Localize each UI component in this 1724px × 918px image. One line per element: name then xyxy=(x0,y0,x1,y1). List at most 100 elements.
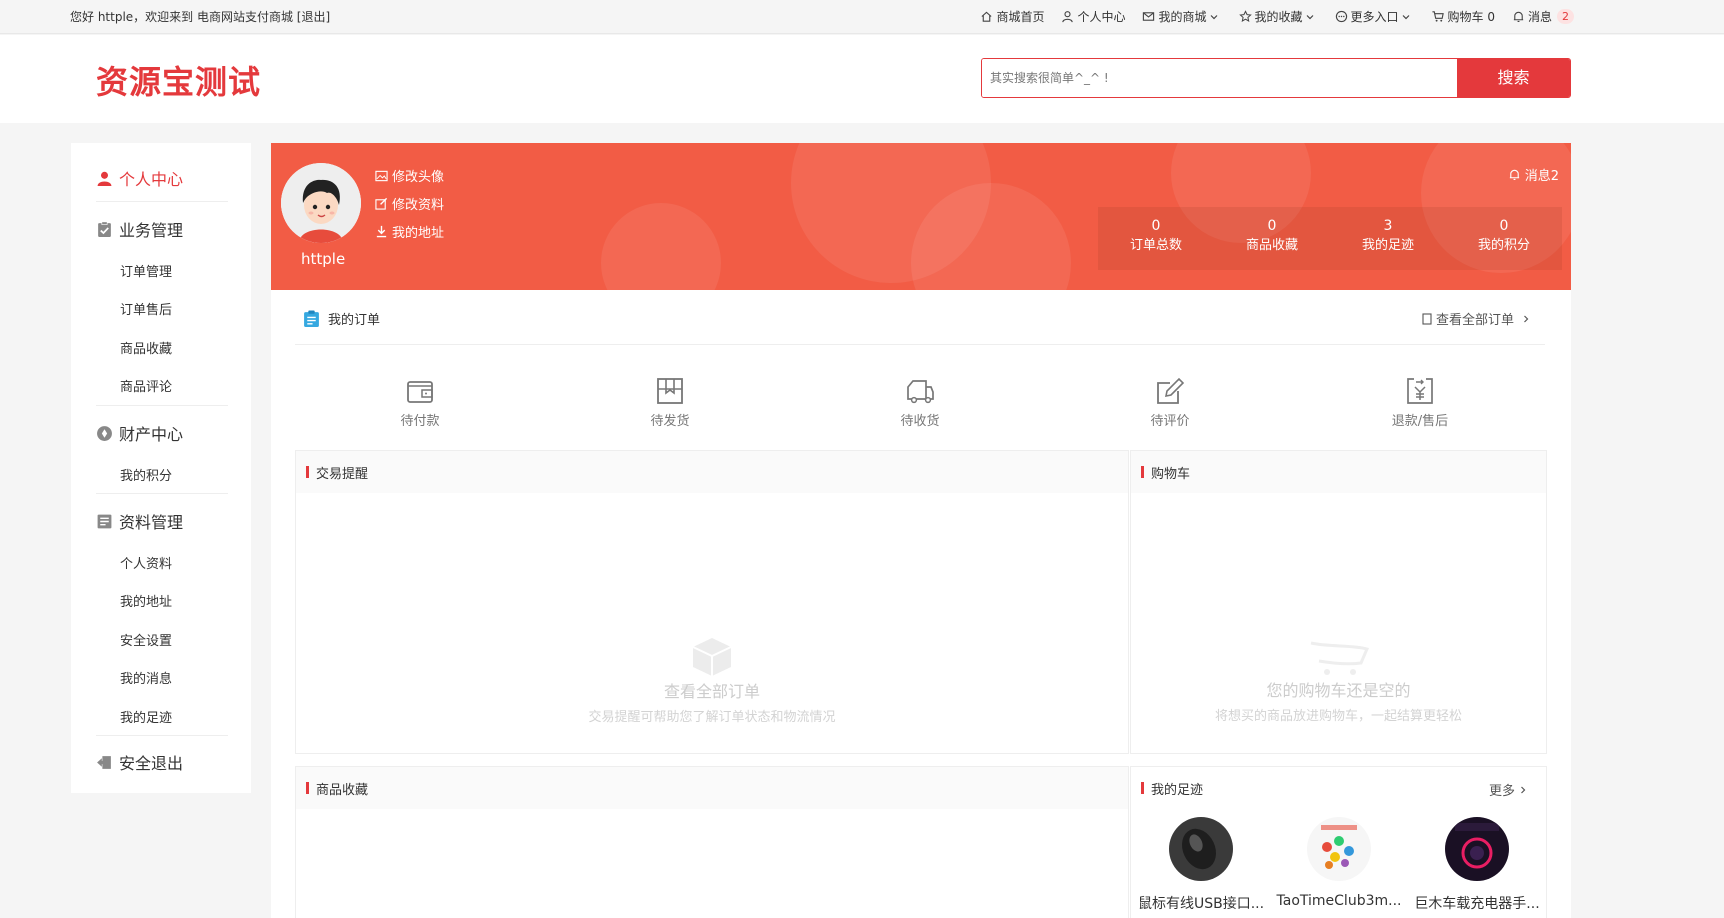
sidebar-item-messages[interactable]: 我的消息 xyxy=(120,668,172,687)
footprint-price: ▂▂▂ xyxy=(1131,913,1271,918)
card-header: 购物车 xyxy=(1131,451,1546,493)
box-icon xyxy=(610,375,730,407)
trade-empty-state: 查看全部订单 交易提醒可帮助您了解订单状态和物流情况 xyxy=(296,636,1128,725)
sidebar-item-personal-info[interactable]: 个人资料 xyxy=(120,553,172,572)
footprint-name: 巨木车载充电器手... xyxy=(1414,896,1540,912)
nav-home-link[interactable]: 商城首页 xyxy=(980,8,1044,25)
user-icon xyxy=(1061,10,1077,23)
bell-icon xyxy=(1512,10,1528,23)
edit-profile-link[interactable]: 修改资料 xyxy=(375,194,444,213)
sidebar-item-favorites[interactable]: 商品收藏 xyxy=(120,338,172,357)
stat-orders[interactable]: 0 订单总数 xyxy=(1098,207,1214,270)
trade-reminder-card: 交易提醒 查看全部订单 交易提醒可帮助您了解订单状态和物流情况 xyxy=(295,450,1129,754)
stat-label: 商品收藏 xyxy=(1245,238,1298,253)
edit-avatar-label: 修改头像 xyxy=(392,170,445,185)
stat-points[interactable]: 0 我的积分 xyxy=(1446,207,1562,270)
sidebar: 个人中心 业务管理 订单管理 订单售后 商品收藏 商品评论 财产中心 我的积分 … xyxy=(71,143,251,793)
sidebar-section-business: 业务管理 xyxy=(96,217,183,241)
footprint-item[interactable]: 巨木车载充电器手... ▂▂▂ xyxy=(1407,817,1547,918)
footprint-item[interactable]: 鼠标有线USB接口... ▂▂▂ xyxy=(1131,817,1271,918)
footprint-price: ▂▂▂ xyxy=(1269,909,1409,915)
order-status-pending-receive[interactable]: 待收货 xyxy=(860,375,980,429)
cart-empty-title: 您的购物车还是空的 xyxy=(1266,681,1411,700)
footprints-more-link[interactable]: 更多 xyxy=(1489,780,1528,799)
title-marker xyxy=(1141,466,1144,478)
wallet-icon xyxy=(360,375,480,407)
nav-message-link[interactable]: 消息 2 xyxy=(1512,8,1574,25)
my-address-link[interactable]: 我的地址 xyxy=(375,222,444,241)
orders-title-label: 我的订单 xyxy=(328,313,381,328)
nav-more-dropdown[interactable]: 更多入口 xyxy=(1335,8,1414,25)
stat-label: 订单总数 xyxy=(1129,238,1182,253)
sidebar-item-points[interactable]: 我的积分 xyxy=(120,465,172,484)
divider xyxy=(96,735,228,736)
title-marker xyxy=(1141,782,1144,794)
sidebar-item-logout[interactable]: 安全退出 xyxy=(96,750,183,774)
sidebar-item-security[interactable]: 安全设置 xyxy=(120,630,172,649)
profile-banner: httple 修改头像 修改资料 我的地址 消息2 0 订单总数 0 商品收藏 … xyxy=(271,143,1571,290)
chevron-down-icon xyxy=(1207,12,1222,22)
sidebar-item-reviews[interactable]: 商品评论 xyxy=(120,376,172,395)
stat-footprints[interactable]: 3 我的足迹 xyxy=(1330,207,1446,270)
search-button[interactable]: 搜索 xyxy=(1457,59,1570,97)
cart-icon xyxy=(1131,641,1546,677)
banner-message-link[interactable]: 消息2 xyxy=(1508,165,1559,184)
nav-mall-dropdown[interactable]: 我的商城 xyxy=(1142,8,1221,25)
product-image-toy xyxy=(1307,817,1371,881)
search-input[interactable] xyxy=(982,59,1458,97)
avatar[interactable] xyxy=(281,163,361,243)
nav-fav-dropdown[interactable]: 我的收藏 xyxy=(1238,8,1318,25)
nav-mall-label: 我的商城 xyxy=(1158,10,1207,24)
stat-favorites[interactable]: 0 商品收藏 xyxy=(1214,207,1330,270)
order-status-refund[interactable]: 退款/售后 xyxy=(1360,375,1480,429)
chevron-down-icon xyxy=(1303,12,1318,22)
sidebar-item-address[interactable]: 我的地址 xyxy=(120,591,172,610)
order-status-label: 退款/售后 xyxy=(1391,414,1449,429)
refund-icon xyxy=(1360,375,1480,407)
sidebar-center-label: 个人中心 xyxy=(119,170,184,189)
stat-label: 我的积分 xyxy=(1477,238,1530,253)
user-stats: 0 订单总数 0 商品收藏 3 我的足迹 0 我的积分 xyxy=(1098,207,1562,270)
order-status-pending-payment[interactable]: 待付款 xyxy=(360,375,480,429)
order-status-pending-ship[interactable]: 待发货 xyxy=(610,375,730,429)
view-all-orders-link[interactable]: 查看全部订单 xyxy=(1422,309,1531,328)
title-marker xyxy=(306,466,309,478)
cart-empty-desc: 将想买的商品放进购物车，一起结算更轻松 xyxy=(1214,709,1462,724)
divider xyxy=(96,493,228,494)
sidebar-item-center[interactable]: 个人中心 xyxy=(96,166,183,190)
cart-card: 购物车 您的购物车还是空的 将想买的商品放进购物车，一起结算更轻松 xyxy=(1130,450,1547,754)
footprint-item[interactable]: TaoTimeClub3m... ▂▂▂ xyxy=(1269,817,1409,915)
trade-empty-title[interactable]: 查看全部订单 xyxy=(296,678,1128,702)
top-nav: 商城首页 个人中心 我的商城 我的收藏 更多入口 购物车 0 消息 2 xyxy=(963,8,1574,25)
trade-reminder-title: 交易提醒 xyxy=(316,466,369,482)
person-icon xyxy=(96,170,119,187)
message-count-badge: 2 xyxy=(1557,9,1574,24)
nav-cart-link[interactable]: 购物车 0 xyxy=(1431,8,1495,25)
banner-decoration xyxy=(601,203,721,290)
my-address-label: 我的地址 xyxy=(392,226,445,241)
edit-avatar-link[interactable]: 修改头像 xyxy=(375,166,444,185)
nav-home-label: 商城首页 xyxy=(996,10,1045,24)
order-status-pending-review[interactable]: 待评价 xyxy=(1110,375,1230,429)
clipboard-check-icon xyxy=(96,221,119,238)
more-circle-icon xyxy=(1335,10,1351,23)
cube-icon xyxy=(296,636,1128,678)
card-header: 商品收藏 xyxy=(296,767,1128,809)
sidebar-item-orders[interactable]: 订单管理 xyxy=(120,261,172,280)
star-icon xyxy=(1238,10,1255,23)
bell-icon xyxy=(1508,168,1525,181)
sidebar-item-footprints[interactable]: 我的足迹 xyxy=(120,707,172,726)
order-status-label: 待收货 xyxy=(900,414,940,429)
sidebar-business-label: 业务管理 xyxy=(119,221,184,240)
document-icon xyxy=(1422,312,1436,325)
sidebar-item-aftersale[interactable]: 订单售后 xyxy=(120,299,172,318)
trade-empty-desc: 交易提醒可帮助您了解订单状态和物流情况 xyxy=(588,710,836,725)
orders-title: 我的订单 xyxy=(303,309,380,328)
top-bar: 您好 httple，欢迎来到 电商网站支付商城 [退出] 商城首页 个人中心 我… xyxy=(0,0,1724,34)
view-all-orders-label: 查看全部订单 xyxy=(1435,313,1514,328)
nav-cart-label: 购物车 0 xyxy=(1447,10,1495,24)
nav-center-link[interactable]: 个人中心 xyxy=(1061,8,1125,25)
site-logo[interactable]: 资源宝测试 xyxy=(96,57,261,103)
site-header: 资源宝测试 搜索 xyxy=(0,35,1724,123)
cart-title: 购物车 xyxy=(1151,466,1191,482)
